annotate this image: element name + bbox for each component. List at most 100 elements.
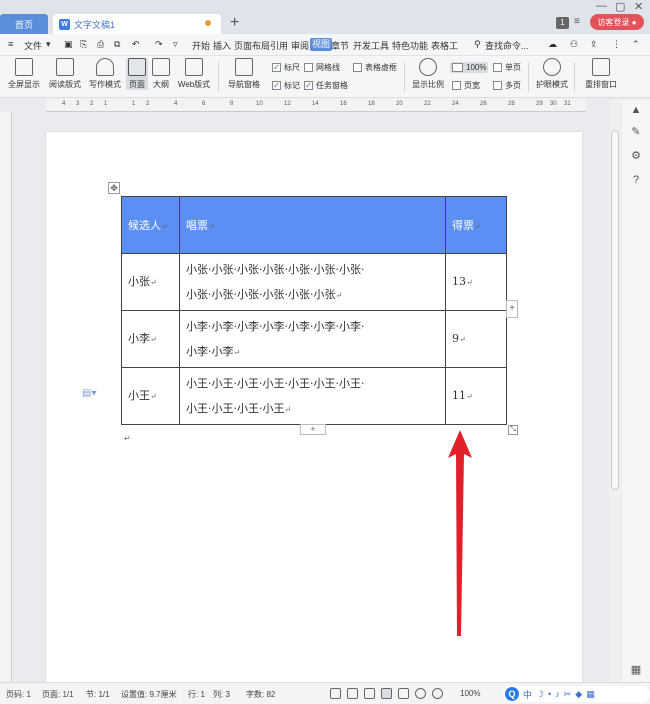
close-icon[interactable]: ✕ — [634, 0, 643, 13]
grid-icon[interactable]: ▦ — [586, 689, 595, 700]
checkbox-marks[interactable]: ✓ 标记 — [272, 80, 300, 91]
search-command[interactable]: 查找命令... — [485, 39, 529, 52]
zoom-100-button[interactable]: 100% — [450, 62, 489, 73]
reading-layout-button[interactable]: 阅读版式 — [47, 58, 83, 90]
rearrange-window-button[interactable]: 重排窗口 — [580, 58, 622, 90]
grid-apps-icon[interactable]: ▦ — [630, 664, 642, 676]
cell-ballot[interactable]: 小张·小张·小张·小张·小张·小张·小张· 小张·小张·小张·小张·小张·小张↵ — [179, 253, 446, 311]
status-word-count[interactable]: 字数: 82 — [246, 689, 275, 700]
menu-features[interactable]: 特色功能 — [392, 39, 428, 52]
menu-devtools[interactable]: 开发工具 — [353, 39, 389, 52]
vote-table[interactable]: 候选人↵ 唱票↵ 得票↵ 小张↵ 小张·小张·小张·小张·小张·小张·小张· 小张… — [121, 196, 507, 425]
page-view-button[interactable]: 页面 — [126, 58, 148, 90]
visitor-login-button[interactable]: 访客登录 ● — [590, 14, 644, 30]
table-move-handle-icon[interactable]: ✥ — [108, 182, 120, 194]
writing-mode-button[interactable]: 写作模式 — [87, 58, 123, 90]
window-count-badge[interactable]: 1 — [556, 17, 569, 29]
cell-count[interactable]: 11↵ — [445, 367, 507, 425]
page-view-status-icon[interactable] — [381, 688, 392, 699]
single-page-button[interactable]: 单页 — [493, 62, 521, 73]
write-icon[interactable] — [364, 688, 375, 699]
cell-count[interactable]: 9↵ — [445, 310, 507, 368]
search-icon[interactable]: ⚲ — [474, 39, 481, 50]
nav-pane-button[interactable]: 导航窗格 — [223, 58, 265, 90]
export-icon[interactable]: ⎘ — [80, 39, 87, 50]
multi-page-button[interactable]: 多页 — [493, 80, 521, 91]
focus-mode-icon[interactable] — [330, 688, 341, 699]
maximize-icon[interactable]: ▢ — [615, 0, 625, 13]
save-icon[interactable]: ▣ — [64, 39, 73, 50]
new-tab-plus-icon[interactable]: + — [230, 14, 239, 32]
document-map-icon[interactable]: ▤▾ — [82, 388, 96, 399]
menu-start[interactable]: 开始 — [192, 39, 210, 52]
add-row-plus-icon[interactable]: + — [300, 424, 326, 435]
mic-icon[interactable]: ♪ — [555, 689, 560, 699]
menu-reference[interactable]: 引用 — [270, 39, 288, 52]
share-icon[interactable]: ⇪ — [590, 39, 598, 50]
preview-icon[interactable]: ⧉ — [114, 39, 120, 50]
vertical-scrollbar[interactable] — [609, 100, 621, 682]
checkbox-task-pane[interactable]: ✓ 任务窗格 — [304, 80, 348, 91]
adjust-settings-icon[interactable]: ⚙ — [630, 150, 642, 162]
shirt-icon[interactable]: ◆ — [575, 689, 582, 700]
tool-icon[interactable]: ✂ — [564, 689, 572, 700]
cell-count[interactable]: 13↵ — [445, 253, 507, 311]
scroll-up-icon[interactable]: ▲ — [630, 104, 642, 116]
hamburger-icon[interactable]: ≡ — [8, 39, 13, 49]
checkbox-table-grid[interactable]: 表格虚框 — [353, 62, 397, 73]
more-icon[interactable]: ⋮ — [612, 39, 621, 50]
ime-lang[interactable]: 中 — [523, 688, 532, 701]
collab-icon[interactable]: ⚇ — [570, 39, 578, 50]
menu-chapter[interactable]: 章节 — [331, 39, 349, 52]
add-column-plus-icon[interactable]: + — [506, 300, 518, 318]
page-width-button[interactable]: 页宽 — [452, 80, 480, 91]
menu-file[interactable]: 文件 — [24, 39, 42, 52]
menu-icon[interactable]: ≡ — [574, 16, 580, 27]
zoom-ratio-button[interactable]: 显示比例 — [410, 58, 446, 90]
tab-home[interactable]: 首页 — [0, 14, 48, 34]
scrollbar-thumb[interactable] — [611, 130, 619, 490]
cell-ballot[interactable]: 小王·小王·小王·小王·小王·小王·小王· 小王·小王·小王·小王↵ — [179, 367, 446, 425]
outline-button[interactable]: 大纲 — [150, 58, 172, 90]
more-chevron-icon[interactable]: ▿ — [173, 39, 178, 50]
document-icon[interactable] — [347, 688, 358, 699]
header-ballot[interactable]: 唱票↵ — [179, 196, 446, 254]
redo-icon[interactable]: ↷ — [155, 39, 163, 50]
checkbox-ruler[interactable]: ✓ 标尺 — [272, 62, 300, 73]
cell-name[interactable]: 小王↵ — [121, 367, 180, 425]
status-zoom[interactable]: 100% — [460, 689, 480, 698]
collapse-ribbon-icon[interactable]: ⌃ — [632, 39, 640, 50]
vertical-ruler[interactable] — [0, 112, 12, 682]
checkbox-grid[interactable]: 网格线 — [304, 62, 340, 73]
cell-ballot[interactable]: 小李·小李·小李·小李·小李·小李·小李· 小李·小李↵ — [179, 310, 446, 368]
fullscreen-button[interactable]: 全屏显示 — [6, 58, 42, 90]
menu-review[interactable]: 审阅 — [291, 39, 309, 52]
header-votes[interactable]: 得票↵ — [445, 196, 507, 254]
undo-icon[interactable]: ↶ — [132, 39, 140, 50]
menu-table-tools[interactable]: 表格工 — [431, 39, 458, 52]
cloud-icon[interactable]: ☁ — [548, 39, 557, 50]
menu-layout[interactable]: 页面布局 — [234, 39, 270, 52]
help-icon[interactable]: ? — [630, 174, 642, 186]
tab-document[interactable]: W 文字文稿1 — [53, 14, 221, 34]
horizontal-ruler[interactable]: 4 3 2 1 1 2 4 6 8 10 12 14 16 18 20 22 2… — [46, 98, 586, 112]
chevron-down-icon[interactable]: ▾ — [46, 39, 51, 50]
cell-name[interactable]: 小张↵ — [121, 253, 180, 311]
header-candidate[interactable]: 候选人↵ — [121, 196, 180, 254]
print-icon[interactable]: ⎙ — [97, 39, 104, 50]
table-resize-handle-icon[interactable]: ⤡ — [508, 425, 518, 435]
status-pages[interactable]: 页面: 1/1 — [42, 689, 74, 700]
eye-mode-button[interactable]: 护眼模式 — [534, 58, 570, 90]
dot-icon[interactable]: • — [548, 689, 551, 699]
eye-status-icon[interactable] — [432, 688, 443, 699]
outline-status-icon[interactable] — [398, 688, 409, 699]
input-method-bar[interactable]: Q 中 ☽ • ♪ ✂ ◆ ▦ — [503, 686, 650, 702]
menu-view[interactable]: 视图 — [310, 38, 333, 51]
minimize-icon[interactable]: — — [596, 0, 607, 12]
edit-pen-icon[interactable]: ✎ — [630, 126, 642, 138]
web-status-icon[interactable] — [415, 688, 426, 699]
web-layout-button[interactable]: Web版式 — [175, 58, 213, 90]
cell-name[interactable]: 小李↵ — [121, 310, 180, 368]
menu-insert[interactable]: 插入 — [213, 39, 231, 52]
moon-icon[interactable]: ☽ — [536, 689, 544, 700]
